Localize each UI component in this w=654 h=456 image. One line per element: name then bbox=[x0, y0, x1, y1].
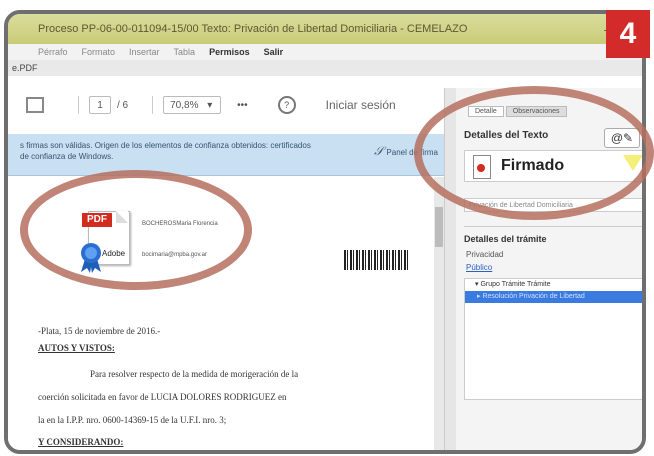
step-number-badge: 4 bbox=[606, 10, 650, 58]
page-total: / 6 bbox=[117, 99, 129, 111]
menu-item-permisos[interactable]: Permisos bbox=[209, 44, 250, 60]
help-icon[interactable]: ? bbox=[277, 96, 296, 114]
menu-item-tabla[interactable]: Tabla bbox=[174, 44, 196, 60]
file-tab[interactable]: e.PDF bbox=[8, 60, 642, 76]
notice-text: s firmas son válidas. Origen de los elem… bbox=[20, 141, 311, 161]
tree-header[interactable]: ▾ Grupo Trámite Trámite bbox=[465, 279, 642, 291]
tramite-title: Detalles del trámite bbox=[464, 234, 547, 244]
page-number-input[interactable]: 1 bbox=[89, 96, 111, 114]
sign-in-link[interactable]: Iniciar sesión bbox=[326, 98, 396, 112]
menu-item-parrafo[interactable]: Pérrafo bbox=[38, 44, 68, 60]
document-line: Para resolver respecto de la medida de m… bbox=[90, 369, 299, 379]
menu-item-formato[interactable]: Formato bbox=[82, 44, 116, 60]
publico-link[interactable]: Público bbox=[466, 263, 492, 272]
window-title: Proceso PP-06-00-011094-15/00 Texto: Pri… bbox=[38, 23, 468, 35]
document-line: coerción solicitada en favor de LUCIA DO… bbox=[38, 392, 287, 402]
document-line: la en la I.P.P. nro. 0600-14369-15 de la… bbox=[38, 415, 227, 425]
scrollbar-thumb[interactable] bbox=[435, 207, 443, 247]
tree-row-selected[interactable]: ▸ Resolución Privación de Libertad bbox=[465, 291, 642, 303]
document-scrollbar[interactable] bbox=[434, 177, 444, 450]
window-title-bar: Proceso PP-06-00-011094-15/00 Texto: Pri… bbox=[8, 14, 642, 44]
highlight-circle-signature bbox=[20, 170, 252, 290]
divider bbox=[464, 226, 642, 227]
more-options-icon[interactable]: ••• bbox=[237, 100, 248, 111]
highlight-circle-signed bbox=[414, 86, 654, 220]
document-line: -Plata, 15 de noviembre de 2016.- bbox=[38, 326, 161, 336]
chevron-down-icon: ▾ bbox=[207, 100, 213, 111]
sidebar-toggle-icon[interactable] bbox=[26, 97, 44, 113]
tramite-tree: ▾ Grupo Trámite Trámite ▸ Resolución Pri… bbox=[464, 278, 642, 400]
barcode bbox=[344, 250, 408, 270]
menu-item-salir[interactable]: Salir bbox=[264, 44, 284, 60]
signature-icon: 𝒮 bbox=[374, 144, 384, 158]
toolbar-separator bbox=[78, 96, 79, 114]
menu-item-insertar[interactable]: Insertar bbox=[129, 44, 160, 60]
pdf-toolbar: 1 / 6 70,8% ▾ ••• ? Iniciar sesión bbox=[8, 88, 448, 122]
document-heading: Y CONSIDERANDO: bbox=[38, 437, 124, 447]
privacidad-label: Privacidad bbox=[466, 250, 504, 259]
document-heading: AUTOS Y VISTOS: bbox=[38, 343, 115, 353]
toolbar-separator bbox=[152, 96, 154, 114]
zoom-select[interactable]: 70,8% ▾ bbox=[163, 96, 222, 114]
signature-notice-bar: s firmas son válidas. Origen de los elem… bbox=[8, 134, 444, 176]
zoom-value: 70,8% bbox=[170, 100, 199, 111]
menu-bar: Pérrafo Formato Insertar Tabla Permisos … bbox=[8, 44, 642, 60]
